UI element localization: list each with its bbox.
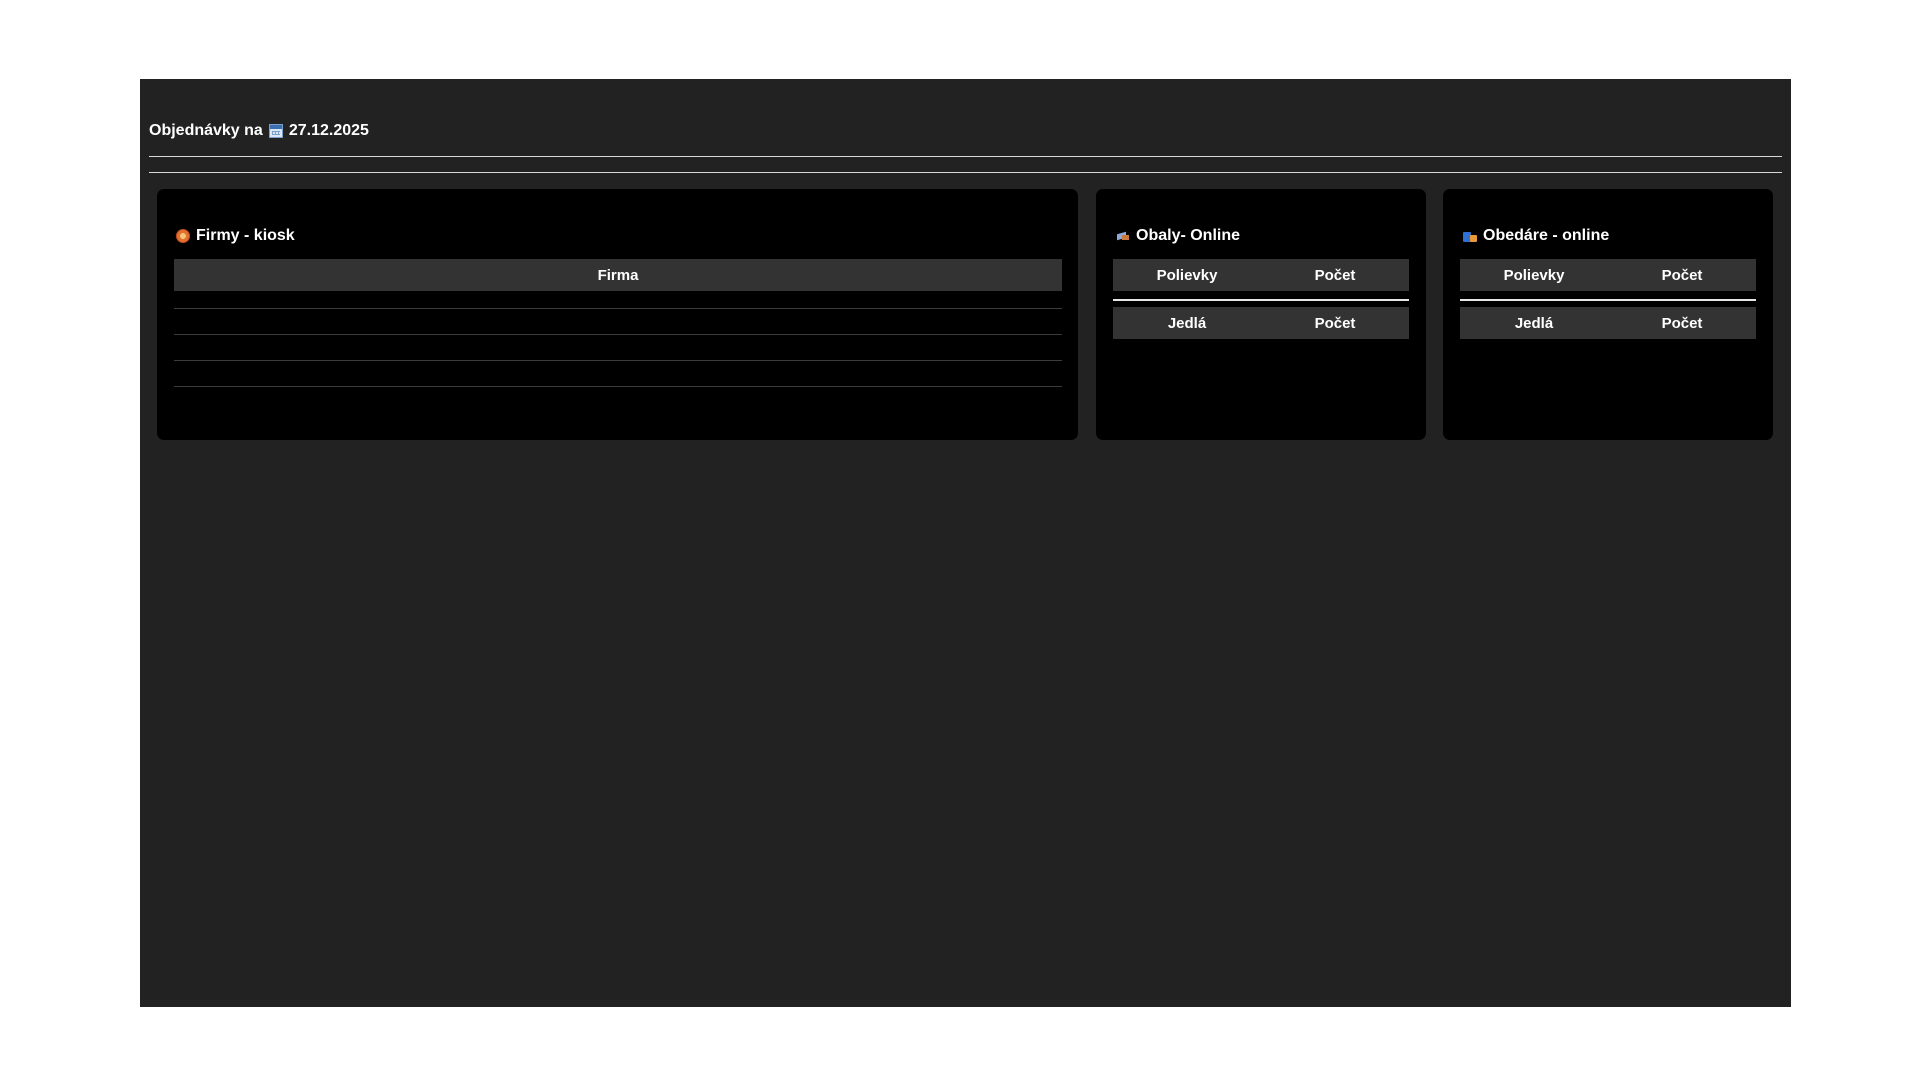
calendar-icon <box>268 124 283 138</box>
kiosk-icon <box>176 229 190 243</box>
app-window: Objednávky na 27.12.2025 Firmy - kiosk F… <box>140 79 1791 1007</box>
table-separator <box>1113 299 1409 301</box>
panel-title-label: Obedáre - online <box>1483 227 1610 244</box>
package-icon <box>1116 229 1130 243</box>
panel-title: Firmy - kiosk <box>176 226 295 246</box>
column-header-company: Firma <box>597 266 639 284</box>
column-header-meals: Jedlá <box>1167 314 1207 332</box>
packaging-online-panel: Obaly- Online Polievky Počet Jedlá Počet <box>1096 189 1426 440</box>
panel-title-label: Firmy - kiosk <box>196 227 295 244</box>
column-header-count: Počet <box>1314 314 1356 332</box>
table-row-divider <box>174 334 1062 335</box>
lunch-online-panel: Obedáre - online Polievky Počet Jedlá Po… <box>1443 189 1773 440</box>
kiosk-companies-panel: Firmy - kiosk Firma <box>157 189 1078 440</box>
page-title: Objednávky na 27.12.2025 <box>149 121 369 141</box>
table-row-divider <box>174 360 1062 361</box>
soups-table-header: Polievky Počet <box>1460 259 1756 291</box>
column-header-count: Počet <box>1314 266 1356 284</box>
header-divider-bottom <box>149 172 1782 173</box>
table-row-divider <box>174 308 1062 309</box>
soups-table-header: Polievky Počet <box>1113 259 1409 291</box>
panel-title-label: Obaly- Online <box>1136 227 1241 244</box>
panel-title: Obaly- Online <box>1116 226 1240 246</box>
shopping-bags-icon <box>1463 229 1477 243</box>
meals-table-header: Jedlá Počet <box>1113 307 1409 339</box>
column-header-meals: Jedlá <box>1514 314 1554 332</box>
column-header-soups: Polievky <box>1503 266 1565 284</box>
page-title-label: Objednávky na <box>149 122 263 139</box>
column-header-count: Počet <box>1661 266 1703 284</box>
order-date: 27.12.2025 <box>288 122 369 139</box>
meals-table-header: Jedlá Počet <box>1460 307 1756 339</box>
table-row-divider <box>174 386 1062 387</box>
column-header-count: Počet <box>1661 314 1703 332</box>
companies-table-header: Firma <box>174 259 1062 291</box>
table-separator <box>1460 299 1756 301</box>
column-header-soups: Polievky <box>1156 266 1218 284</box>
header-divider-top <box>149 156 1782 157</box>
panel-title: Obedáre - online <box>1463 226 1609 246</box>
